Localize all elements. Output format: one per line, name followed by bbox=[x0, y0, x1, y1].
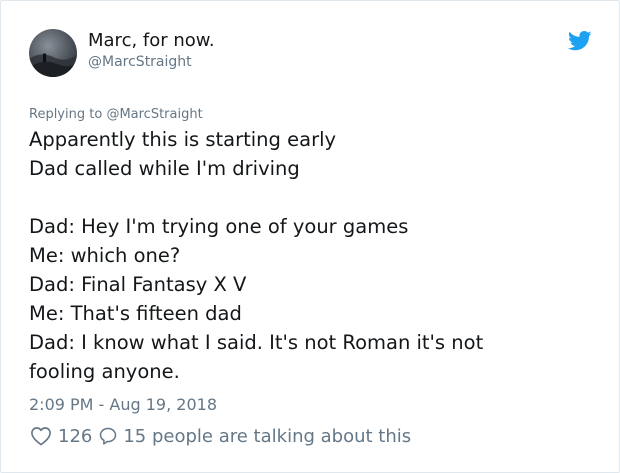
conversation-count: 15 people are talking about this bbox=[123, 425, 412, 447]
speech-bubble-icon bbox=[100, 427, 117, 445]
heart-icon bbox=[31, 427, 51, 446]
tweet-line: Apparently this is starting early bbox=[29, 128, 337, 151]
tweet-text: Apparently this is starting early Dad ca… bbox=[29, 125, 594, 386]
tweet-line: Me: That's fifteen dad bbox=[29, 302, 242, 325]
author-handle[interactable]: @MarcStraight bbox=[88, 53, 192, 71]
avatar[interactable] bbox=[29, 29, 77, 77]
tweet-line: Dad: Final Fantasy X V bbox=[29, 273, 247, 296]
tweet-card: Marc, for now. @MarcStraight Replying to… bbox=[0, 0, 620, 473]
reply-mention-link[interactable]: @MarcStraight bbox=[106, 107, 202, 122]
twitter-bird-icon[interactable] bbox=[567, 30, 592, 52]
like-count: 126 bbox=[58, 425, 93, 447]
engagement-bar: 126 15 people are talking about this bbox=[30, 425, 411, 447]
author-display-name[interactable]: Marc, for now. bbox=[88, 30, 215, 52]
reply-button[interactable]: 15 people are talking about this bbox=[98, 426, 411, 447]
tweet-line: Dad: I know what I said. It's not Roman … bbox=[29, 331, 484, 354]
avatar-image bbox=[29, 53, 77, 77]
tweet-timestamp[interactable]: 2:09 PM - Aug 19, 2018 bbox=[29, 395, 217, 415]
like-button[interactable]: 126 bbox=[30, 426, 98, 447]
reply-prefix: Replying to bbox=[29, 107, 107, 122]
tweet-line: Me: which one? bbox=[29, 244, 181, 267]
tweet-line: Dad: Hey I'm trying one of your games bbox=[29, 215, 409, 238]
tweet-line: fooling anyone. bbox=[29, 360, 180, 383]
reply-context: Replying to @MarcStraight bbox=[29, 107, 203, 123]
tweet-line: Dad called while I'm driving bbox=[29, 157, 300, 180]
